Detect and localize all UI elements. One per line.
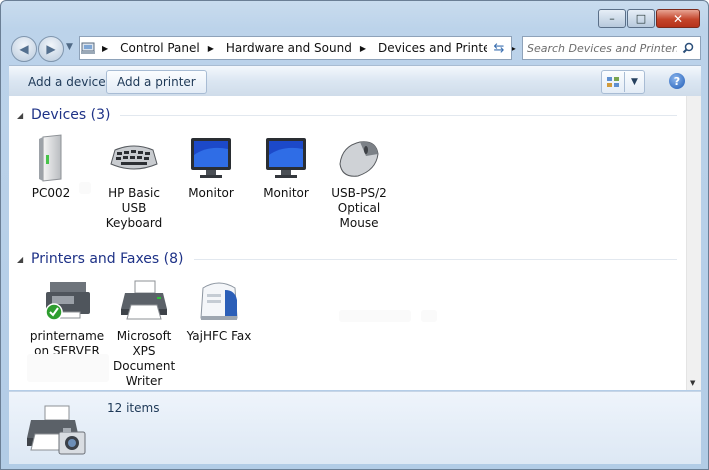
devices-list-view: ◢ Devices (3) PC002 HP Basic USB Keyboar… bbox=[9, 96, 686, 390]
printer-icon bbox=[118, 275, 170, 327]
search-box bbox=[522, 36, 701, 60]
collapse-triangle-icon: ◢ bbox=[17, 254, 24, 264]
network-printer-default-icon bbox=[41, 275, 93, 327]
help-icon: ? bbox=[673, 74, 681, 88]
mouse-icon bbox=[333, 132, 385, 184]
devices-and-printers-window: – □ ✕ ◀ ▶ ▼ ▶ Control Panel ▶ Hardware a… bbox=[0, 0, 709, 470]
device-item-keyboard[interactable]: HP Basic USB Keyboard bbox=[98, 132, 170, 231]
breadcrumb-hardware-and-sound[interactable]: Hardware and Sound ▶ bbox=[224, 38, 376, 58]
device-label: HP Basic USB Keyboard bbox=[105, 186, 163, 230]
printer-item-yajhfc-fax[interactable]: YajHFC Fax bbox=[183, 275, 255, 344]
chevron-right-icon: ▶ bbox=[359, 43, 366, 53]
devices-and-printers-icon bbox=[25, 398, 89, 460]
add-device-label: Add a device bbox=[28, 75, 106, 89]
group-header-printers-and-faxes[interactable]: ◢ Printers and Faxes (8) bbox=[17, 251, 677, 267]
monitor-icon bbox=[260, 132, 312, 184]
group-title: Printers and Faxes (8) bbox=[31, 251, 184, 267]
item-count: 12 items bbox=[107, 401, 160, 415]
redacted-area bbox=[421, 310, 437, 322]
chevron-down-icon: ▼ bbox=[631, 77, 638, 87]
back-button[interactable]: ◀ bbox=[11, 36, 37, 62]
command-bar: Add a device Add a printer ▼ ? bbox=[9, 65, 701, 97]
add-printer-label: Add a printer bbox=[117, 75, 196, 89]
scroll-down-icon[interactable]: ▼ bbox=[690, 379, 695, 387]
group-title: Devices (3) bbox=[31, 107, 111, 123]
group-header-devices[interactable]: ◢ Devices (3) bbox=[17, 107, 677, 123]
device-label: Monitor bbox=[188, 186, 234, 200]
details-pane: 12 items bbox=[9, 391, 701, 464]
minimize-button[interactable]: – bbox=[598, 9, 626, 28]
add-device-button[interactable]: Add a device bbox=[17, 70, 117, 94]
monitor-icon bbox=[185, 132, 237, 184]
forward-button[interactable]: ▶ bbox=[38, 36, 64, 62]
device-label: PC002 bbox=[31, 186, 71, 200]
address-bar[interactable]: ▶ Control Panel ▶ Hardware and Sound ▶ D… bbox=[79, 36, 516, 60]
search-icon[interactable] bbox=[679, 42, 697, 54]
breadcrumb-label: Hardware and Sound bbox=[225, 41, 352, 55]
maximize-icon: □ bbox=[635, 12, 647, 25]
breadcrumb-label: Devices and Printers bbox=[377, 41, 502, 55]
printer-label: Microsoft XPS Document Writer bbox=[113, 329, 176, 388]
view-icon bbox=[602, 72, 625, 92]
breadcrumb-control-panel[interactable]: Control Panel ▶ bbox=[118, 38, 224, 58]
chevron-right-icon: ▶ bbox=[207, 43, 214, 53]
redacted-area bbox=[27, 354, 109, 382]
breadcrumb-root-chevron[interactable]: ▶ bbox=[96, 38, 118, 58]
printer-label: YajHFC Fax bbox=[186, 329, 252, 343]
navigation-bar: ◀ ▶ ▼ ▶ Control Panel ▶ Hardware and Sou… bbox=[9, 34, 701, 62]
redacted-area bbox=[339, 310, 411, 322]
chevron-right-icon: ▶ bbox=[102, 43, 109, 53]
group-divider bbox=[193, 258, 677, 260]
fax-icon bbox=[193, 275, 245, 327]
minimize-icon: – bbox=[609, 12, 615, 25]
pc-tower-icon bbox=[25, 132, 77, 184]
arrow-right-icon: ▶ bbox=[46, 42, 56, 56]
maximize-button[interactable]: □ bbox=[627, 9, 655, 28]
collapse-triangle-icon: ◢ bbox=[17, 110, 24, 120]
refresh-button[interactable]: ⇆ bbox=[487, 36, 512, 60]
device-item-monitor-2[interactable]: Monitor bbox=[250, 132, 322, 201]
help-button[interactable]: ? bbox=[669, 73, 685, 89]
device-item-pc002[interactable]: PC002 bbox=[15, 132, 87, 201]
refresh-icon: ⇆ bbox=[493, 40, 505, 56]
control-panel-icon bbox=[80, 39, 96, 57]
breadcrumb-label: Control Panel bbox=[120, 41, 200, 55]
search-input[interactable] bbox=[523, 40, 679, 56]
add-printer-button[interactable]: Add a printer bbox=[106, 70, 207, 94]
recent-pages-dropdown[interactable]: ▼ bbox=[66, 42, 73, 52]
device-item-mouse[interactable]: USB-PS/2 Optical Mouse bbox=[323, 132, 395, 231]
close-icon: ✕ bbox=[672, 11, 684, 26]
redacted-area bbox=[79, 182, 91, 194]
device-label: USB-PS/2 Optical Mouse bbox=[331, 186, 387, 230]
vertical-scrollbar[interactable]: ▼ bbox=[686, 96, 701, 390]
device-item-monitor-1[interactable]: Monitor bbox=[175, 132, 247, 201]
device-label: Monitor bbox=[263, 186, 309, 200]
change-view-button[interactable]: ▼ bbox=[601, 70, 645, 94]
close-button[interactable]: ✕ bbox=[656, 9, 700, 28]
arrow-left-icon: ◀ bbox=[19, 42, 29, 56]
group-divider bbox=[120, 114, 677, 116]
window-controls: – □ ✕ bbox=[598, 9, 700, 28]
keyboard-icon bbox=[108, 132, 160, 184]
printer-item-printername-on-server[interactable]: printername on SERVER bbox=[30, 275, 104, 359]
printer-item-microsoft-xps-document-writer[interactable]: Microsoft XPS Document Writer bbox=[108, 275, 180, 389]
